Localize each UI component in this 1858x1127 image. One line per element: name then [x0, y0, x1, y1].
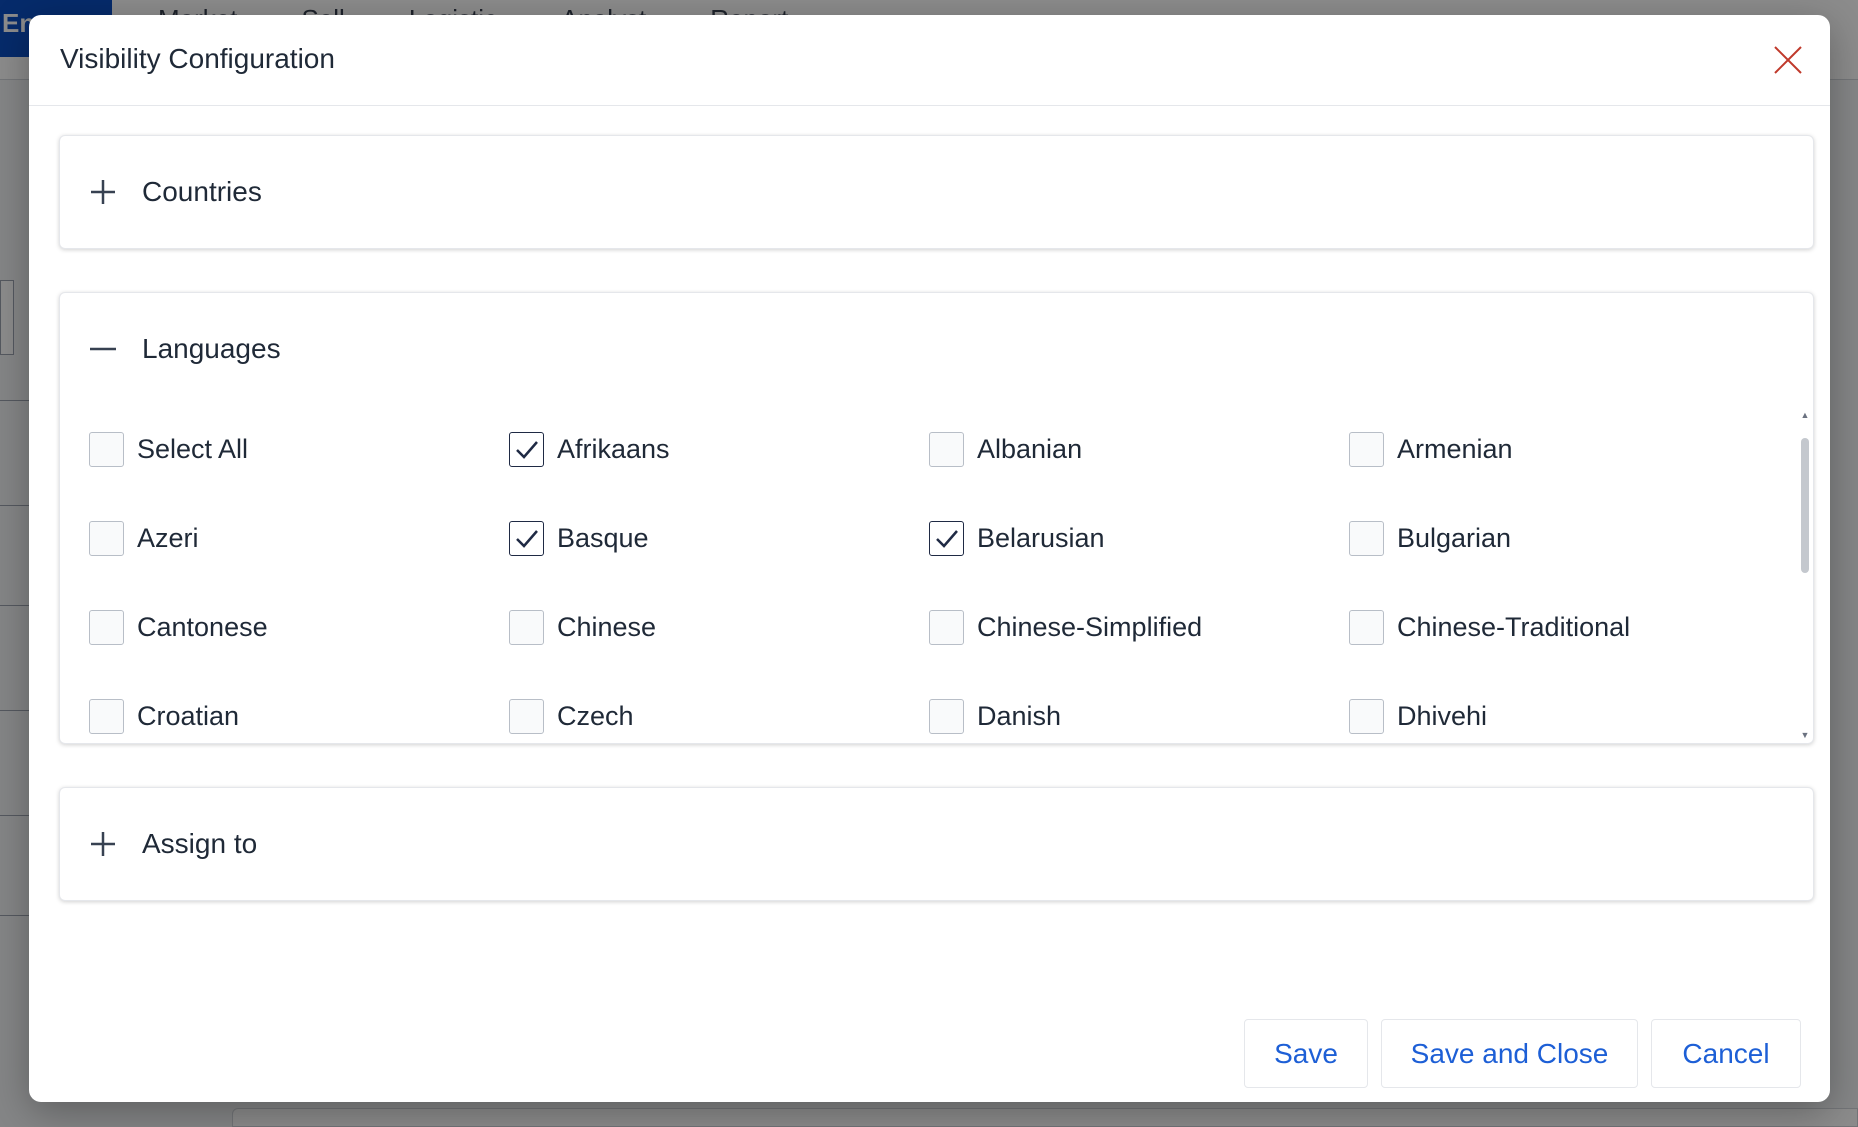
languages-scrollbar[interactable]: ▲ ▼ — [1799, 410, 1811, 740]
language-item[interactable]: Albanian — [929, 405, 1349, 494]
language-checkbox[interactable] — [929, 699, 964, 734]
language-item[interactable]: Czech — [509, 672, 929, 741]
language-checkbox[interactable] — [1349, 432, 1384, 467]
languages-section-title: Languages — [142, 333, 281, 364]
language-item[interactable]: Danish — [929, 672, 1349, 741]
assign-to-section: Assign to — [59, 787, 1814, 901]
language-item[interactable]: Basque — [509, 494, 929, 583]
language-checkbox[interactable] — [89, 610, 124, 645]
language-item[interactable]: Belarusian — [929, 494, 1349, 583]
language-label: Croatian — [137, 701, 240, 731]
modal-header: Visibility Configuration — [29, 15, 1830, 106]
language-label: Dhivehi — [1397, 701, 1488, 731]
language-label: Albanian — [977, 434, 1083, 464]
save-and-close-button[interactable]: Save and Close — [1381, 1019, 1638, 1088]
language-item[interactable]: Afrikaans — [509, 405, 929, 494]
language-checkbox[interactable] — [89, 521, 124, 556]
language-label: Belarusian — [977, 523, 1105, 553]
language-item[interactable]: Dhivehi — [1349, 672, 1769, 741]
cancel-button[interactable]: Cancel — [1651, 1019, 1801, 1088]
languages-grid: Select All Afrikaans Albanian Armenian Azer… — [89, 405, 1769, 741]
save-button[interactable]: Save — [1244, 1019, 1368, 1088]
language-item[interactable]: Chinese — [509, 583, 929, 672]
check-icon — [515, 440, 538, 459]
language-checkbox[interactable] — [929, 432, 964, 467]
select-all-checkbox-item[interactable]: Select All — [89, 405, 509, 494]
language-label: Afrikaans — [557, 434, 670, 464]
language-label: Chinese-Traditional — [1397, 612, 1631, 642]
language-checkbox[interactable] — [1349, 521, 1384, 556]
language-label: Czech — [557, 701, 634, 731]
language-item[interactable]: Croatian — [89, 672, 509, 741]
assign-to-section-header[interactable]: Assign to — [60, 788, 1813, 900]
language-item[interactable]: Cantonese — [89, 583, 509, 672]
assign-to-section-title: Assign to — [142, 828, 258, 859]
countries-section: Countries — [59, 135, 1814, 249]
language-label: Danish — [977, 701, 1062, 731]
modal-footer: Save Save and Close Cancel — [1244, 1019, 1801, 1088]
language-label: Azeri — [137, 523, 199, 553]
language-checkbox[interactable] — [1349, 610, 1384, 645]
language-label: Chinese — [557, 612, 657, 642]
language-checkbox[interactable] — [509, 432, 544, 467]
select-all-checkbox[interactable] — [89, 432, 124, 467]
visibility-config-modal: Visibility Configuration Countries Langu… — [29, 15, 1830, 1102]
language-checkbox[interactable] — [929, 610, 964, 645]
languages-section: Languages Select All Afrikaans Albanian Ar… — [59, 292, 1814, 744]
check-icon — [935, 529, 958, 548]
language-item[interactable]: Bulgarian — [1349, 494, 1769, 583]
language-label: Cantonese — [137, 612, 268, 642]
language-label: Armenian — [1397, 434, 1513, 464]
language-item[interactable]: Chinese-Traditional — [1349, 583, 1769, 672]
close-icon — [1774, 46, 1802, 74]
language-item[interactable]: Azeri — [89, 494, 509, 583]
check-icon — [515, 529, 538, 548]
close-button[interactable] — [1772, 44, 1804, 76]
language-checkbox[interactable] — [1349, 699, 1384, 734]
scroll-down-icon[interactable]: ▼ — [1800, 730, 1810, 740]
language-checkbox[interactable] — [929, 521, 964, 556]
language-label: Bulgarian — [1397, 523, 1512, 553]
modal-title: Visibility Configuration — [60, 43, 335, 74]
language-label: Basque — [557, 523, 649, 553]
language-checkbox[interactable] — [509, 610, 544, 645]
minus-icon — [88, 334, 118, 364]
scroll-up-icon[interactable]: ▲ — [1800, 410, 1810, 420]
countries-section-title: Countries — [142, 176, 262, 207]
language-checkbox[interactable] — [509, 699, 544, 734]
language-label: Chinese-Simplified — [977, 612, 1203, 642]
language-item[interactable]: Armenian — [1349, 405, 1769, 494]
language-checkbox[interactable] — [509, 521, 544, 556]
languages-list[interactable]: Select All Afrikaans Albanian Armenian Azer… — [60, 405, 1815, 741]
plus-icon — [88, 829, 118, 859]
countries-section-header[interactable]: Countries — [60, 136, 1813, 248]
languages-section-header[interactable]: Languages — [60, 293, 1813, 405]
language-item[interactable]: Chinese-Simplified — [929, 583, 1349, 672]
language-checkbox[interactable] — [89, 699, 124, 734]
select-all-label: Select All — [137, 434, 249, 464]
scrollbar-thumb[interactable] — [1801, 438, 1809, 573]
plus-icon — [88, 177, 118, 207]
